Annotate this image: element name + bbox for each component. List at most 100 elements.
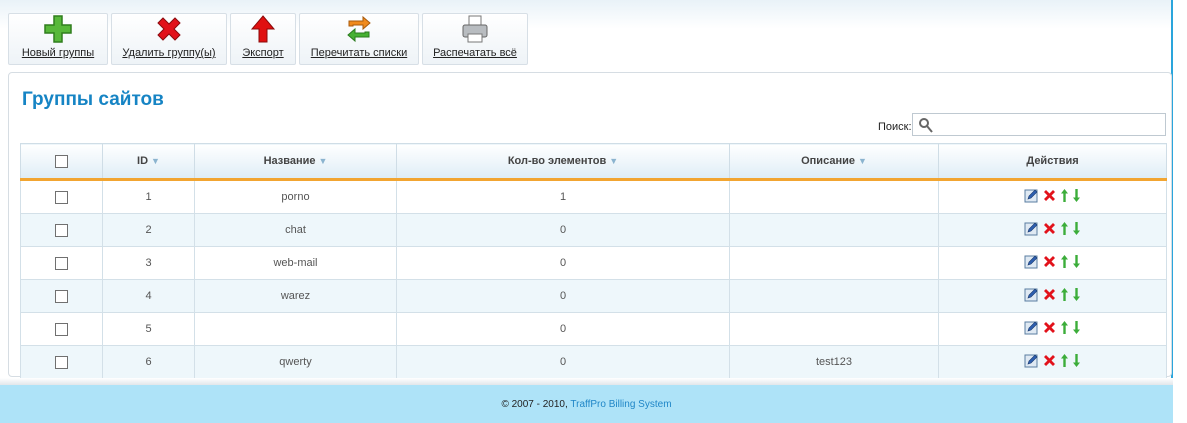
row-count: 0 [396,312,730,346]
delete-row-icon[interactable] [1042,221,1057,239]
row-actions [938,213,1167,247]
column-header-name[interactable]: Название ▼ [194,143,397,181]
window-edge [1171,0,1187,423]
row-name [194,312,397,346]
edit-icon[interactable] [1024,221,1039,239]
move-down-icon[interactable] [1072,353,1081,371]
row-id: 6 [102,345,195,379]
search-icon [918,117,934,136]
export-icon [247,14,279,44]
groups-table: ID ▼ Название ▼ Кол-во элементов ▼ Описание… [20,143,1167,379]
move-up-icon[interactable] [1060,188,1069,206]
row-description [729,179,939,214]
row-select-cell [20,345,103,379]
copyright-text: © 2007 - 2010, [501,399,571,410]
row-checkbox[interactable] [55,355,68,369]
sort-down-icon: ▼ [857,156,867,166]
table-row: 4 warez 0 [20,279,1167,313]
edit-icon[interactable] [1024,188,1039,206]
row-checkbox[interactable] [55,256,68,270]
row-count: 0 [396,345,730,379]
row-select-cell [20,279,103,313]
new-group-label: Новый группы [21,47,95,59]
delete-group-button[interactable]: Удалить группу(ы) [111,13,227,65]
table-header-row: ID ▼ Название ▼ Кол-во элементов ▼ Описание… [20,143,1167,181]
move-up-icon[interactable] [1060,353,1069,371]
column-header-count[interactable]: Кол-во элементов ▼ [396,143,730,181]
edit-icon[interactable] [1024,287,1039,305]
print-icon [459,14,491,44]
table-row: 1 porno 1 [20,179,1167,214]
row-actions [938,179,1167,214]
delete-row-icon[interactable] [1042,353,1057,371]
row-checkbox[interactable] [55,322,68,336]
row-actions [938,312,1167,346]
print-all-button[interactable]: Распечатать всё [422,13,528,65]
edit-icon[interactable] [1024,320,1039,338]
table-row: 2 chat 0 [20,213,1167,247]
export-button[interactable]: Экспорт [230,13,296,65]
row-name: qwerty [194,345,397,379]
reload-lists-button[interactable]: Перечитать списки [299,13,419,65]
delete-icon [153,14,185,44]
row-checkbox[interactable] [55,190,68,204]
traffpro-link[interactable]: TraffPro Billing System [570,399,671,410]
sort-down-icon: ▼ [609,156,619,166]
delete-row-icon[interactable] [1042,320,1057,338]
row-actions [938,246,1167,280]
row-id: 1 [102,179,195,214]
row-actions [938,279,1167,313]
move-up-icon[interactable] [1060,221,1069,239]
print-all-label: Распечатать всё [433,47,517,59]
search-label: Поиск: [878,121,912,133]
row-checkbox[interactable] [55,289,68,303]
move-up-icon[interactable] [1060,254,1069,272]
move-down-icon[interactable] [1072,287,1081,305]
delete-group-label: Удалить группу(ы) [122,47,216,59]
row-id: 5 [102,312,195,346]
footer-shadow [0,378,1173,385]
row-description [729,279,939,313]
count-header-label: Кол-во элементов [507,155,607,167]
row-id: 3 [102,246,195,280]
description-header-label: Описание [801,155,855,167]
row-select-cell [20,179,103,214]
row-description [729,246,939,280]
move-up-icon[interactable] [1060,320,1069,338]
edit-icon[interactable] [1024,254,1039,272]
delete-row-icon[interactable] [1042,188,1057,206]
page-title: Группы сайтов [22,89,164,110]
column-header-id[interactable]: ID ▼ [102,143,195,181]
move-down-icon[interactable] [1072,188,1081,206]
move-up-icon[interactable] [1060,287,1069,305]
actions-header-label: Действия [1026,155,1079,167]
sort-down-icon: ▼ [151,156,160,166]
move-down-icon[interactable] [1072,320,1081,338]
column-header-description[interactable]: Описание ▼ [729,143,939,181]
row-name: warez [194,279,397,313]
move-down-icon[interactable] [1072,221,1081,239]
footer: © 2007 - 2010, TraffPro Billing System [0,385,1173,423]
table-row: 3 web-mail 0 [20,246,1167,280]
table-row: 6 qwerty 0 test123 [20,345,1167,379]
table-row: 50 [20,312,1167,346]
edit-icon[interactable] [1024,353,1039,371]
reload-lists-label: Перечитать списки [310,47,408,59]
new-group-button[interactable]: Новый группы [8,13,108,65]
row-count: 0 [396,213,730,247]
move-down-icon[interactable] [1072,254,1081,272]
row-count: 0 [396,246,730,280]
search-input[interactable] [912,113,1166,136]
name-header-label: Название [263,155,316,167]
sort-down-icon: ▼ [318,156,328,166]
row-checkbox[interactable] [55,223,68,237]
row-name: chat [194,213,397,247]
footer-text: © 2007 - 2010, TraffPro Billing System [0,399,1173,410]
delete-row-icon[interactable] [1042,254,1057,272]
refresh-icon [343,14,375,44]
row-count: 1 [396,179,730,214]
select-all-checkbox[interactable] [55,154,68,168]
row-count: 0 [396,279,730,313]
row-name: porno [194,179,397,214]
delete-row-icon[interactable] [1042,287,1057,305]
